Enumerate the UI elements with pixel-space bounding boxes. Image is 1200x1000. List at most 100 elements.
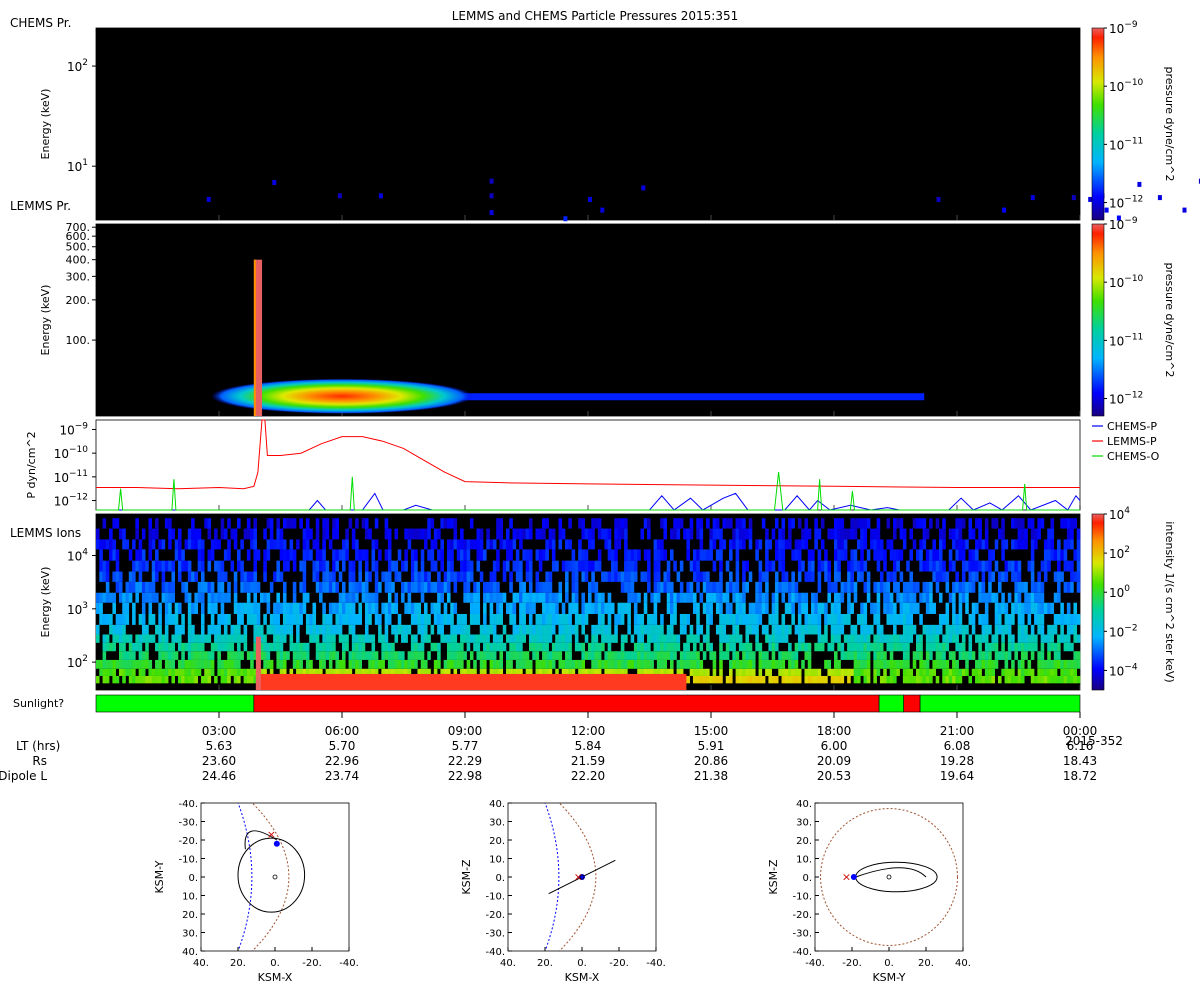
heatmap-cell: [164, 581, 169, 593]
heatmap-cell: [935, 642, 940, 652]
heatmap-cell: [886, 634, 891, 643]
heatmap-cell: [404, 624, 408, 635]
heatmap-cell: [742, 651, 746, 660]
heatmap-cell: [483, 549, 487, 561]
heatmap-cell: [856, 539, 861, 550]
heatmap-cell: [791, 659, 795, 669]
heatmap-cell: [952, 613, 956, 625]
heatmap-cell: [138, 651, 143, 660]
heatmap-cell: [929, 634, 933, 643]
heatmap-cell: [801, 602, 805, 614]
heatmap-cell: [410, 571, 415, 582]
heatmap-cell: [889, 613, 894, 625]
heatmap-cell: [597, 560, 602, 572]
heatmap-cell: [791, 613, 795, 625]
heatmap-cell: [420, 613, 425, 625]
heatmap-cell: [601, 571, 605, 582]
heatmap-cell: [610, 602, 615, 614]
heatmap-cell: [217, 592, 221, 603]
heatmap-cell: [925, 659, 930, 669]
heatmap-cell: [620, 571, 625, 582]
heatmap-cell: [620, 651, 625, 660]
heatmap-cell: [337, 193, 342, 199]
heatmap-cell: [991, 642, 996, 652]
heatmap-cell: [994, 634, 999, 643]
heatmap-cell: [932, 571, 936, 582]
heatmap-cell: [99, 539, 103, 550]
heatmap-cell: [364, 549, 369, 561]
heatmap-cell: [834, 528, 838, 540]
heatmap-cell: [614, 624, 618, 635]
heatmap-cell: [797, 571, 802, 582]
heatmap-cell: [141, 613, 146, 625]
heatmap-cell: [443, 518, 448, 529]
heatmap-cell: [715, 528, 720, 540]
heatmap-cell: [132, 581, 136, 593]
heatmap-cell: [187, 592, 192, 603]
heatmap-cell: [899, 602, 904, 614]
time-tick-label: 12:00: [571, 724, 606, 738]
heatmap-cell: [610, 549, 615, 561]
heatmap-cell: [1070, 518, 1074, 529]
heatmap-cell: [961, 518, 966, 529]
heatmap-cell: [322, 659, 326, 669]
heatmap-cell: [620, 642, 625, 652]
heatmap-cell: [607, 528, 612, 540]
heatmap-cell: [158, 642, 162, 652]
heatmap-cell: [391, 602, 395, 614]
heatmap-cell: [1017, 592, 1022, 603]
heatmap-cell: [601, 613, 605, 625]
heatmap-cell: [610, 571, 615, 582]
heatmap-cell: [965, 560, 969, 572]
heatmap-cell: [843, 613, 848, 625]
time-tick-label: 03:00: [202, 724, 237, 738]
heatmap-cell: [1037, 668, 1041, 676]
heatmap-cell: [1060, 549, 1064, 561]
heatmap-cell: [181, 659, 185, 669]
heatmap-cell: [607, 634, 612, 643]
heatmap-cell: [178, 571, 182, 582]
heatmap-cell: [896, 560, 900, 572]
heatmap-cell: [322, 560, 326, 572]
heatmap-cell: [945, 581, 950, 593]
heatmap-cell: [528, 560, 533, 572]
heatmap-cell: [906, 634, 910, 643]
heatmap-cell: [1157, 195, 1162, 201]
heatmap-cell: [1024, 642, 1028, 652]
heatmap-cell: [817, 528, 822, 540]
heatmap-cell: [105, 592, 110, 603]
colorbar-tick-label: 10−12: [1109, 195, 1143, 211]
heatmap-cell: [237, 634, 241, 643]
heatmap-cell: [745, 528, 750, 540]
heatmap-cell: [919, 549, 923, 561]
heatmap-cell: [260, 624, 264, 635]
heatmap-cell: [558, 634, 563, 643]
heatmap-cell: [827, 659, 832, 669]
heatmap-cell: [627, 624, 631, 635]
heatmap-cell: [276, 613, 280, 625]
heatmap-cell: [453, 634, 458, 643]
heatmap-cell: [584, 613, 589, 625]
heatmap-cell: [738, 659, 743, 669]
heatmap-cell: [850, 571, 854, 582]
heatmap-cell: [932, 642, 936, 652]
orbit-x-tick-label: 0.: [884, 958, 894, 969]
heatmap-cell: [899, 571, 904, 582]
heatmap-cell: [1017, 602, 1022, 614]
heatmap-cell: [1024, 624, 1028, 635]
heatmap-cell: [578, 560, 582, 572]
heatmap-cell: [581, 592, 586, 603]
heatmap-cell: [1020, 528, 1025, 540]
heatmap-cell: [115, 624, 120, 635]
heatmap-cell: [525, 602, 530, 614]
heatmap-cell: [315, 549, 320, 561]
heatmap-cell: [578, 659, 582, 669]
heatmap-cell: [840, 528, 845, 540]
heatmap-cell: [742, 592, 746, 603]
heatmap-cell: [450, 549, 454, 561]
heatmap-cell: [788, 518, 792, 529]
heatmap-cell: [755, 549, 759, 561]
heatmap-cell: [325, 581, 330, 593]
heatmap-cell: [1053, 642, 1058, 652]
heatmap-cell: [151, 528, 156, 540]
